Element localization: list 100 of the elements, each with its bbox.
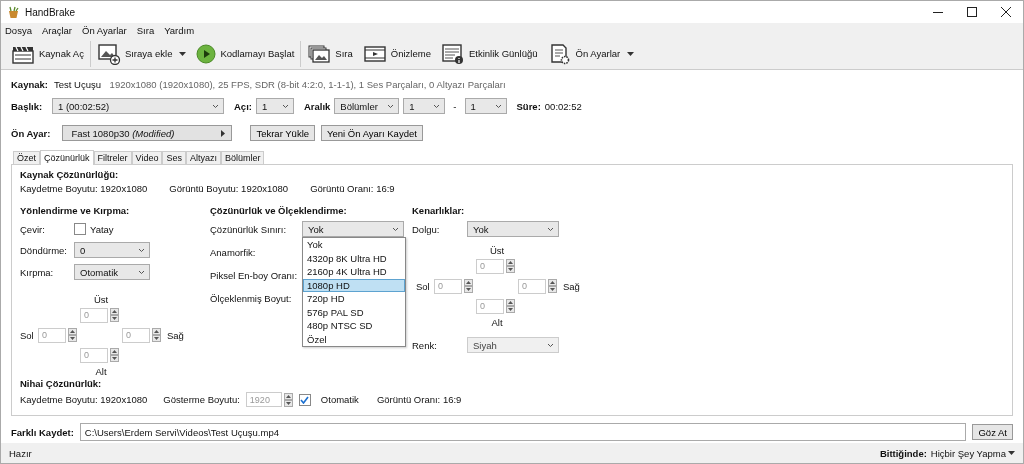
play-icon [196,43,217,64]
menu-item[interactable]: Dosya [5,25,32,36]
dropdown[interactable]: 1 [403,98,446,114]
field-label: Piksel En-boy Oranı: [210,268,298,283]
step-down-button[interactable] [506,266,515,273]
field-label: Dolgu: [412,223,441,235]
dropdown[interactable]: 1 (00:02:52) [52,98,224,114]
dropdown[interactable]: Yok [467,221,559,237]
chevron-down-icon [387,103,395,109]
dropdown[interactable]: 1 [255,98,294,114]
checkbox[interactable] [298,393,311,406]
dropdown[interactable]: Otomatik [74,264,150,280]
dropdown-option[interactable]: 4320p 8K Ultra HD [303,251,405,265]
step-down-button[interactable] [110,315,119,322]
arrow-down-icon [466,288,471,291]
tab[interactable]: Ses [162,151,186,164]
step-down-button[interactable] [110,355,119,362]
checkbox[interactable] [74,223,86,235]
toolbar-button[interactable]: Kaynak Aç [9,41,86,66]
chevron-down-icon [281,103,289,109]
field-label: Ölçeklenmiş Boyut: [210,291,292,306]
dropdown-option[interactable]: 1080p HD [303,278,405,292]
arrow-down-icon [112,357,117,360]
preset-button[interactable]: Yeni Ön Ayarı Kaydet [321,125,423,141]
browse-button[interactable]: Göz At [972,424,1013,440]
toolbar-button[interactable]: Kodlamayı Başlat [194,41,297,66]
source-name: Test Uçuşu [53,78,101,90]
arrow-down-icon [112,317,117,320]
dropdown-option[interactable]: 480p NTSC SD [303,319,405,333]
offset-label: Sol [20,329,35,341]
step-down-button[interactable] [464,286,473,293]
offset-label: Sağ [166,329,185,341]
dropdown-option[interactable]: 720p HD [303,292,405,306]
step-down-button[interactable] [152,335,161,342]
arrow-up-icon [285,394,291,398]
arrow-down-icon [70,337,75,340]
when-done-dropdown[interactable]: Hiçbir Şey Yapma [930,447,1015,459]
tab[interactable]: Filtreler [93,151,132,164]
field-label: Çözünürlük Sınırı: [210,223,288,235]
arrow-up-icon [508,301,513,304]
arrow-up-icon [112,350,117,353]
dropdown-option[interactable]: 2160p 4K Ultra HD [303,265,405,279]
offset-label: Sol [416,280,431,292]
offset-label: Üst [92,293,110,305]
tab[interactable]: Video [131,151,163,164]
angle-label: Açı: [234,100,252,112]
toolbar-button[interactable]: Ön Ayarlar [545,40,637,67]
arrow-up-icon [112,310,117,313]
arrow-up-icon [550,281,555,284]
chevron-down-icon [433,103,441,109]
menu-item[interactable]: Yardım [164,25,195,36]
caret-icon [1008,451,1015,455]
toolbar-button[interactable]: Önizleme [360,41,433,66]
toolbar-button[interactable]: Sıraya ekle [94,40,189,67]
dropdown[interactable]: Bölümler [334,98,400,114]
menu-item[interactable]: Araçlar [41,25,73,36]
offset-label: Alt [94,365,108,377]
field-label: Döndürme: [20,244,68,256]
when-done-label: Bittiğinde: [879,447,927,459]
preset-button[interactable]: Tekrar Yükle [250,125,316,141]
preset-selector[interactable]: Fast 1080p30 (Modified) [62,125,233,141]
checkbox-label: Otomatik [320,394,359,405]
dropdown-option[interactable]: Özel [303,332,405,346]
toolbar-button[interactable]: Sıra [305,41,355,66]
dropdown[interactable]: 0 [74,242,150,258]
status-text: Hazır [9,447,32,459]
offset-label: Alt [490,316,504,328]
info-text: Kaydetme Boyutu: 1920x1080 [20,394,148,405]
chevron-down-icon [547,226,554,232]
range-separator: - [453,100,457,112]
toolbar-button[interactable]: Etkinlik Günlüğü [438,40,540,67]
source-label: Kaynak: [11,78,48,90]
arrow-down-icon [508,268,513,271]
dropdown-option[interactable]: Yok [303,238,405,252]
tab[interactable]: Çözünürlük [40,150,94,165]
preset-label: Ön Ayar: [11,127,51,139]
duration-label: Süre: [516,100,541,112]
arrow-up-icon [154,330,159,333]
checkbox-label: Yatay [90,223,114,235]
step-down-button[interactable] [506,306,515,313]
picture-add-icon [96,42,121,65]
caret-right-icon [221,129,226,137]
title-label: Başlık: [11,100,44,112]
dropdown[interactable]: 1 [464,98,507,114]
duration-value: 00:02:52 [544,100,582,112]
tab[interactable]: Altyazı [185,151,221,164]
step-down-button[interactable] [68,335,77,342]
dropdown-option[interactable]: 576p PAL SD [303,305,405,319]
step-down-button[interactable] [548,286,557,293]
section-heading: Kaynak Çözünürlüğü: [20,169,120,180]
menu-item[interactable]: Sıra [136,25,155,36]
chevron-down-icon [392,226,399,232]
info-text: Görüntü Oranı: 16:9 [376,394,462,405]
field-label: Çevir: [20,223,46,235]
info-text: Kaydetme Boyutu: 1920x1080 [20,183,148,194]
arrow-up-icon [508,261,513,264]
menu-item[interactable]: Ön Ayarlar [82,25,127,36]
file-path-field[interactable]: C:\Users\Erdem Servi\Videos\Test Uçuşu.mp4 [79,423,967,441]
tab[interactable]: Özet [13,151,40,164]
tab[interactable]: Bölümler [220,151,265,164]
